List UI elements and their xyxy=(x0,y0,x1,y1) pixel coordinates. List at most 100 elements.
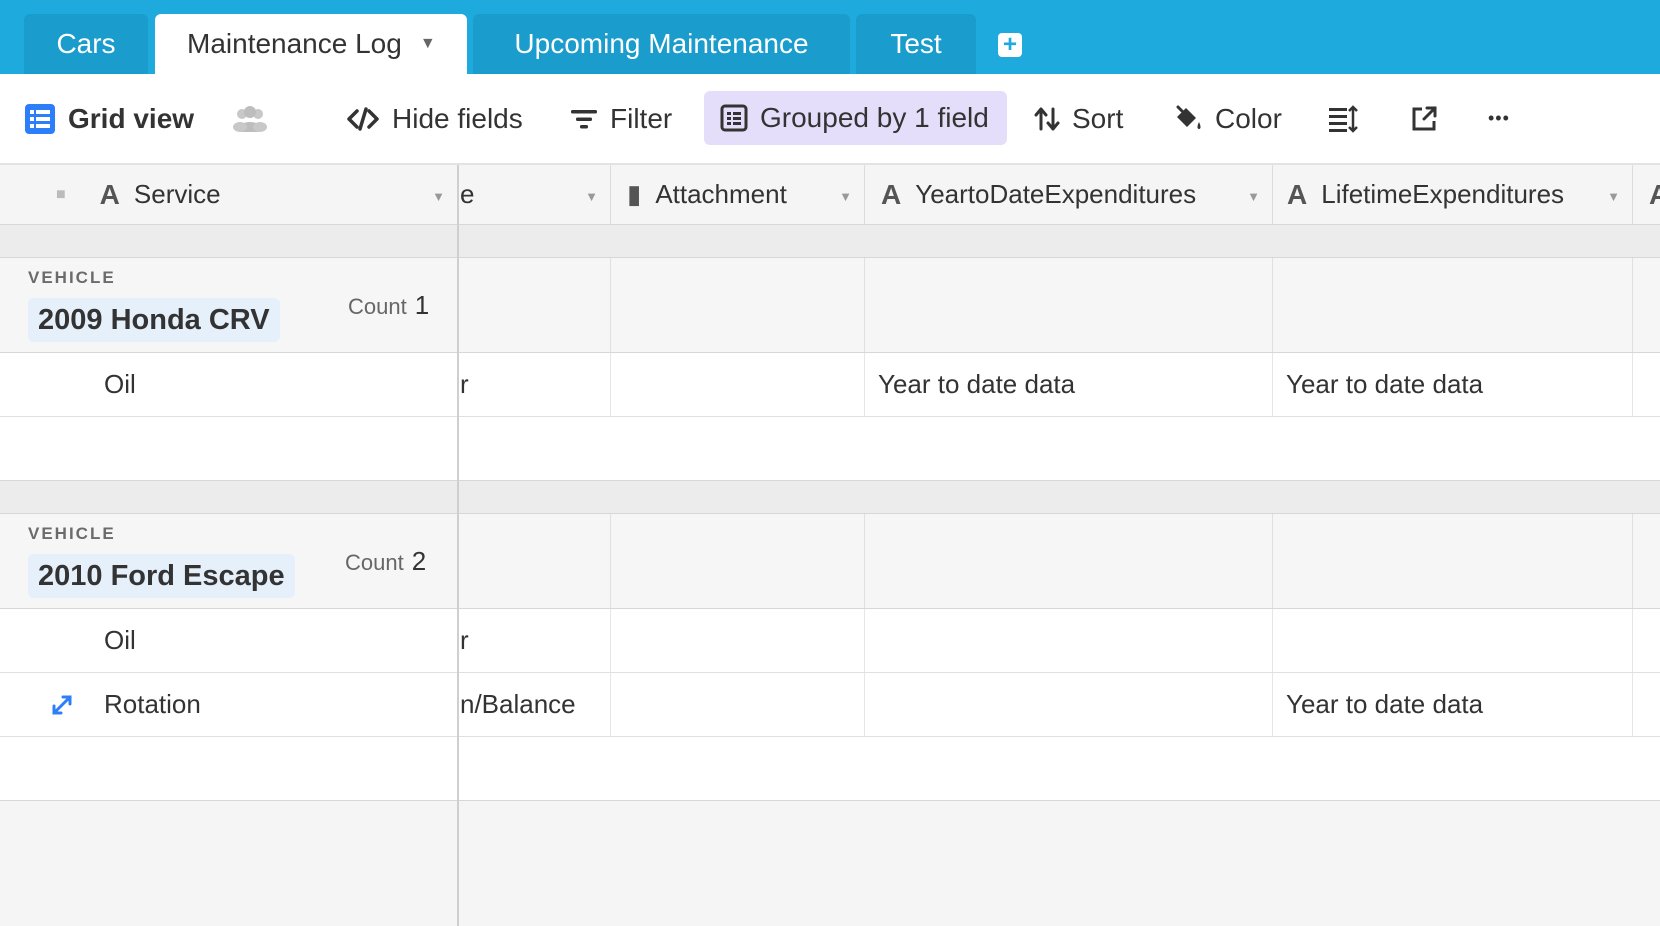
group-summary-cell xyxy=(611,258,865,352)
cell-service[interactable]: Rotation xyxy=(0,673,458,736)
column-header-next[interactable]: A xyxy=(1633,165,1660,224)
tab-cars[interactable]: Cars xyxy=(24,14,148,74)
sort-button[interactable]: Sort xyxy=(1034,74,1123,163)
grid: ■ A Service ▼ e ▼ ▮ Attachment ▼ A Yeart… xyxy=(0,165,1660,926)
column-header-partial[interactable]: e ▼ xyxy=(458,165,611,224)
sort-label: Sort xyxy=(1072,102,1124,134)
text-field-icon: A xyxy=(1287,178,1308,210)
share-view-icon[interactable] xyxy=(1410,74,1438,163)
column-header-label: YeartoDateExpenditures xyxy=(915,179,1197,209)
cell-attachment[interactable] xyxy=(611,609,865,672)
table-row[interactable]: Oil r xyxy=(0,609,1660,673)
chevron-down-icon[interactable]: ▼ xyxy=(1607,189,1620,204)
add-table-icon[interactable]: + xyxy=(998,33,1022,57)
group-header[interactable]: VEHICLE 2010 Ford Escape Count 2 xyxy=(0,514,1660,609)
chevron-down-icon[interactable]: ▼ xyxy=(420,35,436,53)
view-name: Grid view xyxy=(68,102,195,134)
column-header-label: e xyxy=(460,179,475,209)
add-row[interactable] xyxy=(0,417,1660,481)
group-field-label: VEHICLE xyxy=(28,268,116,287)
lock-icon: ■ xyxy=(56,185,66,203)
group-icon xyxy=(720,104,748,132)
tab-label: Cars xyxy=(56,28,116,59)
group-spacer xyxy=(0,481,1660,514)
cell-partial[interactable]: n/Balance xyxy=(458,673,611,736)
filter-icon xyxy=(570,108,598,130)
sort-icon xyxy=(1034,106,1060,132)
count-label: Count xyxy=(348,294,407,319)
paint-bucket-icon xyxy=(1173,105,1203,133)
cell-ytd[interactable] xyxy=(865,609,1273,672)
cell-lifetime[interactable]: Year to date data xyxy=(1273,353,1633,416)
attachment-icon: ▮ xyxy=(627,179,642,209)
column-header-label: Service xyxy=(133,179,221,209)
hide-fields-label: Hide fields xyxy=(392,102,523,134)
column-header-attachment[interactable]: ▮ Attachment ▼ xyxy=(611,165,865,224)
count-label: Count xyxy=(345,550,404,575)
cell-lifetime[interactable] xyxy=(1273,609,1633,672)
column-header-label: LifetimeExpenditures xyxy=(1321,179,1565,209)
group-spacer xyxy=(0,225,1660,258)
cell-attachment[interactable] xyxy=(611,353,865,416)
view-switcher[interactable]: Grid view xyxy=(24,74,194,163)
column-header-ytd[interactable]: A YeartoDateExpenditures ▼ xyxy=(865,165,1273,224)
text-field-icon: A xyxy=(1649,178,1660,210)
group-button[interactable]: Grouped by 1 field xyxy=(704,91,1007,145)
filter-button[interactable]: Filter xyxy=(570,74,672,163)
group-count: Count 1 xyxy=(348,290,429,321)
add-row[interactable] xyxy=(0,737,1660,801)
count-value: 1 xyxy=(414,290,430,320)
table-row[interactable]: Rotation n/Balance Year to date data xyxy=(0,673,1660,737)
color-button[interactable]: Color xyxy=(1173,74,1282,163)
chevron-down-icon[interactable]: ▼ xyxy=(585,189,598,204)
grid-view-icon xyxy=(24,103,56,135)
view-toolbar: Grid view Hide fields Filter Grouped by … xyxy=(0,74,1660,165)
group-value-chip: 2009 Honda CRV xyxy=(28,298,280,342)
table-tab-bar: Cars Maintenance Log ▼ Upcoming Maintena… xyxy=(0,0,1660,74)
cell-ytd[interactable]: Year to date data xyxy=(865,353,1273,416)
group-header[interactable]: VEHICLE 2009 Honda CRV Count 1 xyxy=(0,258,1660,353)
more-options-button[interactable]: ••• xyxy=(1488,74,1510,163)
group-summary: VEHICLE 2009 Honda CRV Count 1 xyxy=(0,258,458,352)
group-field-label: VEHICLE xyxy=(28,524,116,543)
group-summary: VEHICLE 2010 Ford Escape Count 2 xyxy=(0,514,458,608)
chevron-down-icon[interactable]: ▼ xyxy=(1247,189,1260,204)
cell-partial[interactable]: r xyxy=(458,609,611,672)
group-summary-cell xyxy=(458,258,611,352)
group-count: Count 2 xyxy=(345,546,426,577)
tab-label: Test xyxy=(890,28,942,59)
hide-fields-icon xyxy=(346,106,380,131)
tab-label: Maintenance Log xyxy=(187,28,402,59)
tab-label: Upcoming Maintenance xyxy=(514,28,809,59)
cell-service[interactable]: Oil xyxy=(0,353,458,416)
more-icon: ••• xyxy=(1488,108,1510,128)
table-row[interactable]: Oil r Year to date data Year to date dat… xyxy=(0,353,1660,417)
group-label: Grouped by 1 field xyxy=(760,102,989,133)
text-field-icon: A xyxy=(881,178,902,210)
cell-lifetime[interactable]: Year to date data xyxy=(1273,673,1633,736)
collaborators-icon[interactable] xyxy=(232,74,268,163)
tab-test[interactable]: Test xyxy=(856,14,976,74)
cell-ytd[interactable] xyxy=(865,673,1273,736)
filter-label: Filter xyxy=(610,102,673,134)
group-summary-cell xyxy=(458,514,611,608)
column-header-service[interactable]: ■ A Service ▼ xyxy=(0,165,458,224)
frozen-column-divider[interactable] xyxy=(457,165,459,926)
chevron-down-icon[interactable]: ▼ xyxy=(432,189,445,204)
text-field-icon: A xyxy=(99,178,120,210)
tab-maintenance-log[interactable]: Maintenance Log ▼ xyxy=(155,14,467,74)
tab-upcoming-maintenance[interactable]: Upcoming Maintenance xyxy=(473,14,850,74)
column-header-lifetime[interactable]: A LifetimeExpenditures ▼ xyxy=(1273,165,1633,224)
chevron-down-icon[interactable]: ▼ xyxy=(839,189,852,204)
cell-service[interactable]: Oil xyxy=(0,609,458,672)
group-value-chip: 2010 Ford Escape xyxy=(28,554,295,598)
hide-fields-button[interactable]: Hide fields xyxy=(346,74,523,163)
count-value: 2 xyxy=(411,546,427,576)
color-label: Color xyxy=(1215,102,1282,134)
row-height-icon[interactable] xyxy=(1328,74,1358,163)
group-summary-cell xyxy=(1273,258,1633,352)
group-summary-cell xyxy=(865,258,1273,352)
group-summary-cell xyxy=(611,514,865,608)
cell-partial[interactable]: r xyxy=(458,353,611,416)
cell-attachment[interactable] xyxy=(611,673,865,736)
